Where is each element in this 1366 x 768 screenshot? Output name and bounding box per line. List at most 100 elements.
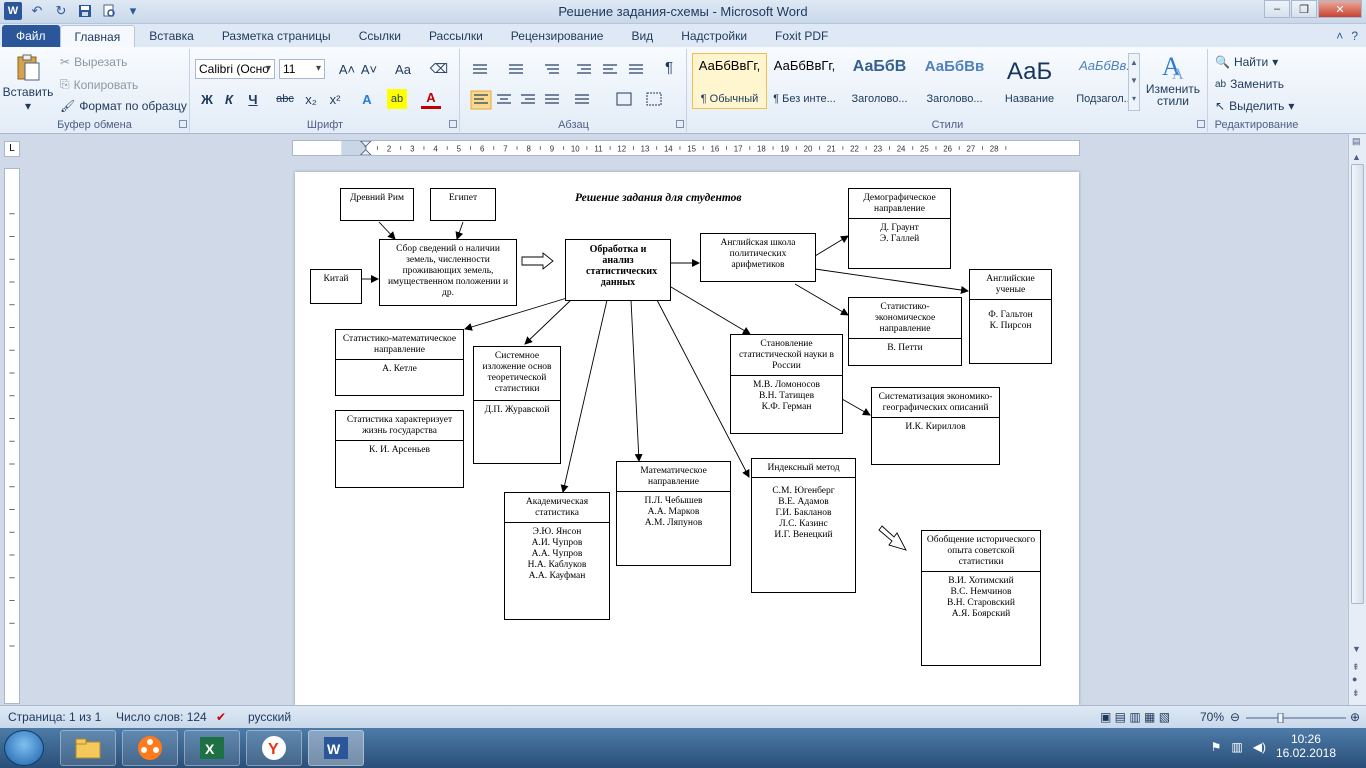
clear-formatting-icon[interactable]: ⌫ bbox=[429, 59, 449, 79]
grow-font-icon[interactable]: A˄ bbox=[337, 59, 357, 79]
style-heading-2[interactable]: АаБбВв Заголово... bbox=[917, 53, 992, 109]
taskbar-media-player[interactable] bbox=[122, 730, 178, 766]
scroll-down-icon[interactable]: ▼ bbox=[1352, 644, 1361, 654]
tab-mailings[interactable]: Рассылки bbox=[415, 25, 497, 47]
tab-home[interactable]: Главная bbox=[59, 25, 136, 47]
volume-icon[interactable]: ◀) bbox=[1253, 740, 1266, 754]
ruler-toggle-icon[interactable]: ▤ bbox=[1352, 136, 1361, 147]
ruler-label: 25 bbox=[920, 145, 929, 154]
flag-icon[interactable]: ⚑ bbox=[1211, 740, 1222, 754]
superscript-button[interactable]: x² bbox=[325, 89, 345, 109]
dialog-launcher-icon[interactable] bbox=[179, 120, 187, 128]
tab-file[interactable]: Файл bbox=[2, 25, 60, 47]
styles-scroll[interactable]: ▲ ▼ ▾ bbox=[1128, 53, 1140, 111]
browse-object-icon[interactable]: ● bbox=[1352, 674, 1357, 684]
system-tray: ⚑ ▥ ◀) bbox=[1211, 740, 1266, 754]
yandex-browser-icon: Y bbox=[262, 736, 286, 760]
tab-insert[interactable]: Вставка bbox=[135, 25, 208, 47]
style-preview: АаБбВвГг, bbox=[773, 58, 836, 73]
find-button[interactable]: 🔍 Найти ▾ bbox=[1215, 55, 1278, 69]
minimize-ribbon-icon[interactable]: ˄ bbox=[1336, 29, 1343, 43]
close-button[interactable]: ✕ bbox=[1318, 0, 1362, 18]
document-page[interactable]: Решение задания для студентов Древний Ри… bbox=[295, 172, 1079, 705]
text-effects-icon[interactable]: A bbox=[357, 89, 377, 109]
underline-button[interactable]: Ч bbox=[243, 89, 263, 109]
previous-page-icon[interactable]: ⇞ bbox=[1352, 662, 1360, 673]
paragraph-controls[interactable] bbox=[467, 61, 677, 121]
highlight-icon[interactable]: ab bbox=[387, 89, 407, 109]
style-normal[interactable]: АаБбВвГг, ¶ Обычный bbox=[692, 53, 767, 109]
proofing-icon[interactable]: ✔ bbox=[216, 710, 226, 724]
box-academic: Академическая статистика Э.Ю. Янсон А.И.… bbox=[504, 492, 610, 620]
clock[interactable]: 10:26 16.02.2018 bbox=[1276, 732, 1336, 760]
tab-review[interactable]: Рецензирование bbox=[497, 25, 618, 47]
view-buttons[interactable]: ▣ ▤ ▥ ▦ ▧ bbox=[1100, 710, 1170, 724]
page-count[interactable]: Страница: 1 из 1 bbox=[8, 710, 101, 724]
taskbar-explorer[interactable] bbox=[60, 730, 116, 766]
taskbar-word[interactable]: W bbox=[308, 730, 364, 766]
ruler-label: 16 bbox=[711, 145, 720, 154]
box-egypt: Египет bbox=[430, 188, 496, 221]
taskbar-yandex-browser[interactable]: Y bbox=[246, 730, 302, 766]
paste-button[interactable]: Вставить ▾ bbox=[3, 53, 53, 113]
font-size-select[interactable]: 11 bbox=[279, 59, 325, 79]
box-line: Д.П. Журавской bbox=[484, 405, 550, 415]
network-icon[interactable]: ▥ bbox=[1231, 740, 1242, 754]
tab-page-layout[interactable]: Разметка страницы bbox=[208, 25, 345, 47]
tab-addins[interactable]: Надстройки bbox=[667, 25, 761, 47]
tab-references[interactable]: Ссылки bbox=[345, 25, 415, 47]
font-name-select[interactable]: Calibri (Осно bbox=[195, 59, 275, 79]
restore-button[interactable]: ❐ bbox=[1291, 0, 1317, 18]
zoom-out-icon[interactable]: ⊖ bbox=[1230, 710, 1240, 724]
subscript-button[interactable]: x₂ bbox=[301, 89, 321, 109]
zoom-slider[interactable] bbox=[1246, 713, 1346, 723]
language-indicator[interactable]: русский bbox=[248, 710, 291, 724]
help-icon[interactable]: ? bbox=[1351, 29, 1358, 43]
select-button[interactable]: ↖ Выделить ▾ bbox=[1215, 99, 1294, 113]
taskbar-excel[interactable]: X bbox=[184, 730, 240, 766]
box-index-method: Индексный метод С.М. Югенберг В.Е. Адамо… bbox=[751, 458, 856, 593]
start-button[interactable] bbox=[4, 730, 44, 766]
style-title[interactable]: АаБ Название bbox=[992, 53, 1067, 109]
box-line: А.А. Кауфман bbox=[528, 571, 586, 581]
style-name: Заголово... bbox=[851, 93, 908, 105]
box-line: С.М. Югенберг bbox=[772, 486, 835, 496]
box-header: Английские ученые bbox=[970, 270, 1051, 300]
zoom-in-icon[interactable]: ⊕ bbox=[1350, 710, 1360, 724]
shrink-font-icon[interactable]: A˅ bbox=[359, 59, 379, 79]
format-painter-button[interactable]: 🖌 Формат по образцу bbox=[60, 99, 187, 113]
dialog-launcher-icon[interactable] bbox=[1197, 120, 1205, 128]
show-formatting-icon[interactable]: ¶ bbox=[659, 57, 679, 77]
vertical-ruler[interactable] bbox=[4, 168, 20, 704]
cut-label: Вырезать bbox=[74, 55, 128, 69]
zoom-level[interactable]: 70% bbox=[1200, 710, 1224, 724]
tab-view[interactable]: Вид bbox=[617, 25, 667, 47]
tab-selector[interactable]: L bbox=[4, 141, 20, 157]
bold-button[interactable]: Ж bbox=[197, 89, 217, 109]
change-styles-button[interactable]: AA Изменить стили bbox=[1144, 51, 1202, 107]
box-header: Становление статистической науки в Росси… bbox=[731, 335, 842, 376]
replace-label: Заменить bbox=[1230, 77, 1285, 91]
style-heading-1[interactable]: АаБбВ Заголово... bbox=[842, 53, 917, 109]
cut-button[interactable]: ✂ Вырезать bbox=[60, 55, 127, 69]
scrollbar-thumb[interactable] bbox=[1351, 164, 1364, 604]
tab-foxit-pdf[interactable]: Foxit PDF bbox=[761, 25, 842, 47]
dialog-launcher-icon[interactable] bbox=[449, 120, 457, 128]
paste-dropdown-icon: ▾ bbox=[24, 99, 32, 113]
minimize-button[interactable]: – bbox=[1264, 0, 1290, 18]
vertical-scrollbar[interactable]: ▤ ▲ ▼ ⇞ ● ⇟ bbox=[1348, 134, 1366, 705]
box-line: Э. Галлей bbox=[879, 234, 920, 244]
box-header: Математическое направление bbox=[617, 462, 730, 492]
italic-button[interactable]: К bbox=[219, 89, 239, 109]
horizontal-ruler[interactable]: 1 2 3 4 5 6 7 8 9 10 11 12 13 14 15 16 17 18 19 20 21 22 23 24 2… bbox=[292, 140, 1080, 156]
dialog-launcher-icon[interactable] bbox=[676, 120, 684, 128]
font-color-icon[interactable]: A bbox=[421, 89, 441, 109]
style-no-spacing[interactable]: АаБбВвГг, ¶ Без инте... bbox=[767, 53, 842, 109]
word-count[interactable]: Число слов: 124 bbox=[116, 710, 207, 724]
next-page-icon[interactable]: ⇟ bbox=[1352, 688, 1360, 699]
copy-button[interactable]: ⎘ Копировать bbox=[60, 77, 138, 92]
change-case-icon[interactable]: Aa bbox=[393, 59, 413, 79]
scroll-up-icon[interactable]: ▲ bbox=[1352, 152, 1361, 162]
strikethrough-button[interactable]: abc bbox=[275, 89, 295, 109]
replace-button[interactable]: ab Заменить bbox=[1215, 77, 1284, 91]
